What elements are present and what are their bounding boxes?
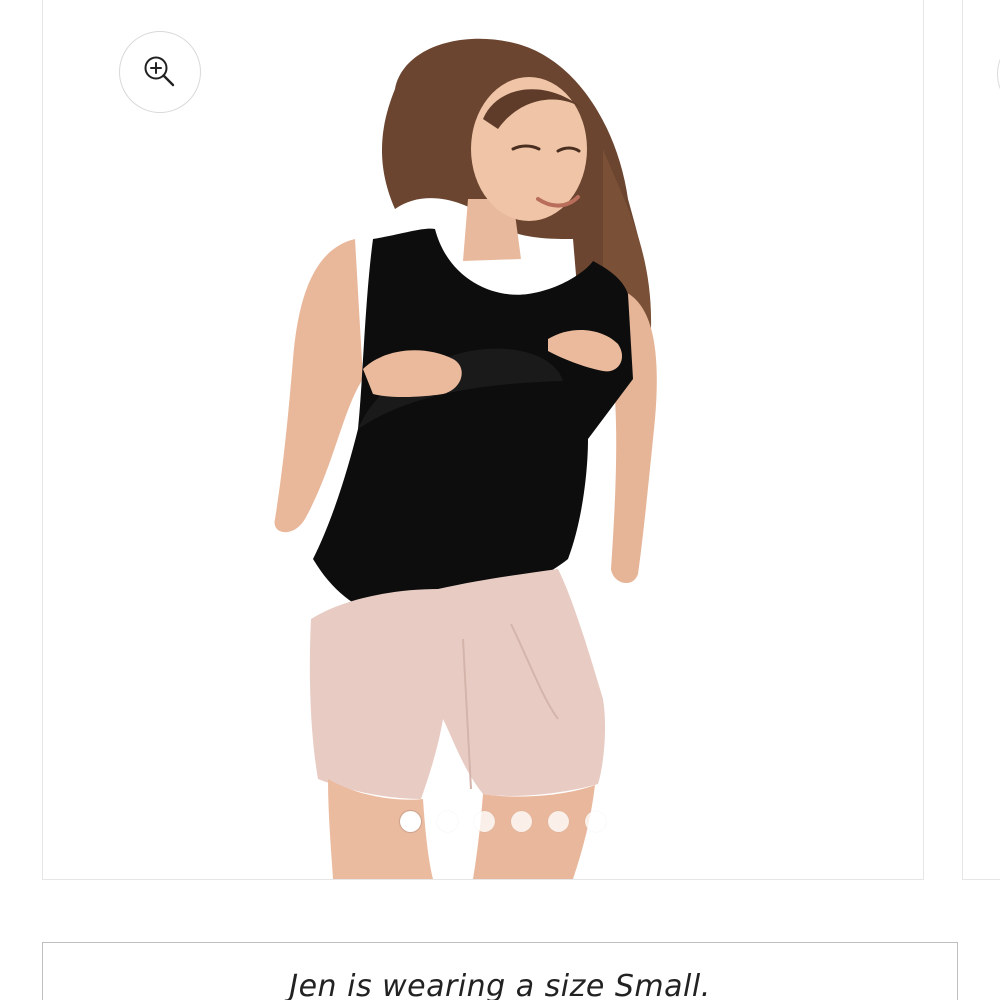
slide-dot-5[interactable]	[548, 811, 569, 832]
pink-shorts	[309, 569, 606, 799]
next-image-slide-peek[interactable]	[962, 0, 1000, 880]
size-note-text: Jen is wearing a size Small.	[289, 969, 711, 1000]
size-note-box: Jen is wearing a size Small.	[42, 942, 958, 1000]
product-image-slide[interactable]	[42, 0, 924, 880]
product-gallery-page: Jen is wearing a size Small.	[0, 0, 1000, 1000]
slide-dot-6[interactable]	[585, 811, 606, 832]
slide-dot-1[interactable]	[400, 811, 421, 832]
slide-pagination	[400, 811, 606, 832]
slide-dot-3[interactable]	[474, 811, 495, 832]
slide-dot-2[interactable]	[437, 811, 458, 832]
slide-dot-4[interactable]	[511, 811, 532, 832]
zoom-in-icon	[144, 56, 175, 87]
product-photo[interactable]	[43, 0, 923, 879]
zoom-button[interactable]	[119, 31, 201, 113]
